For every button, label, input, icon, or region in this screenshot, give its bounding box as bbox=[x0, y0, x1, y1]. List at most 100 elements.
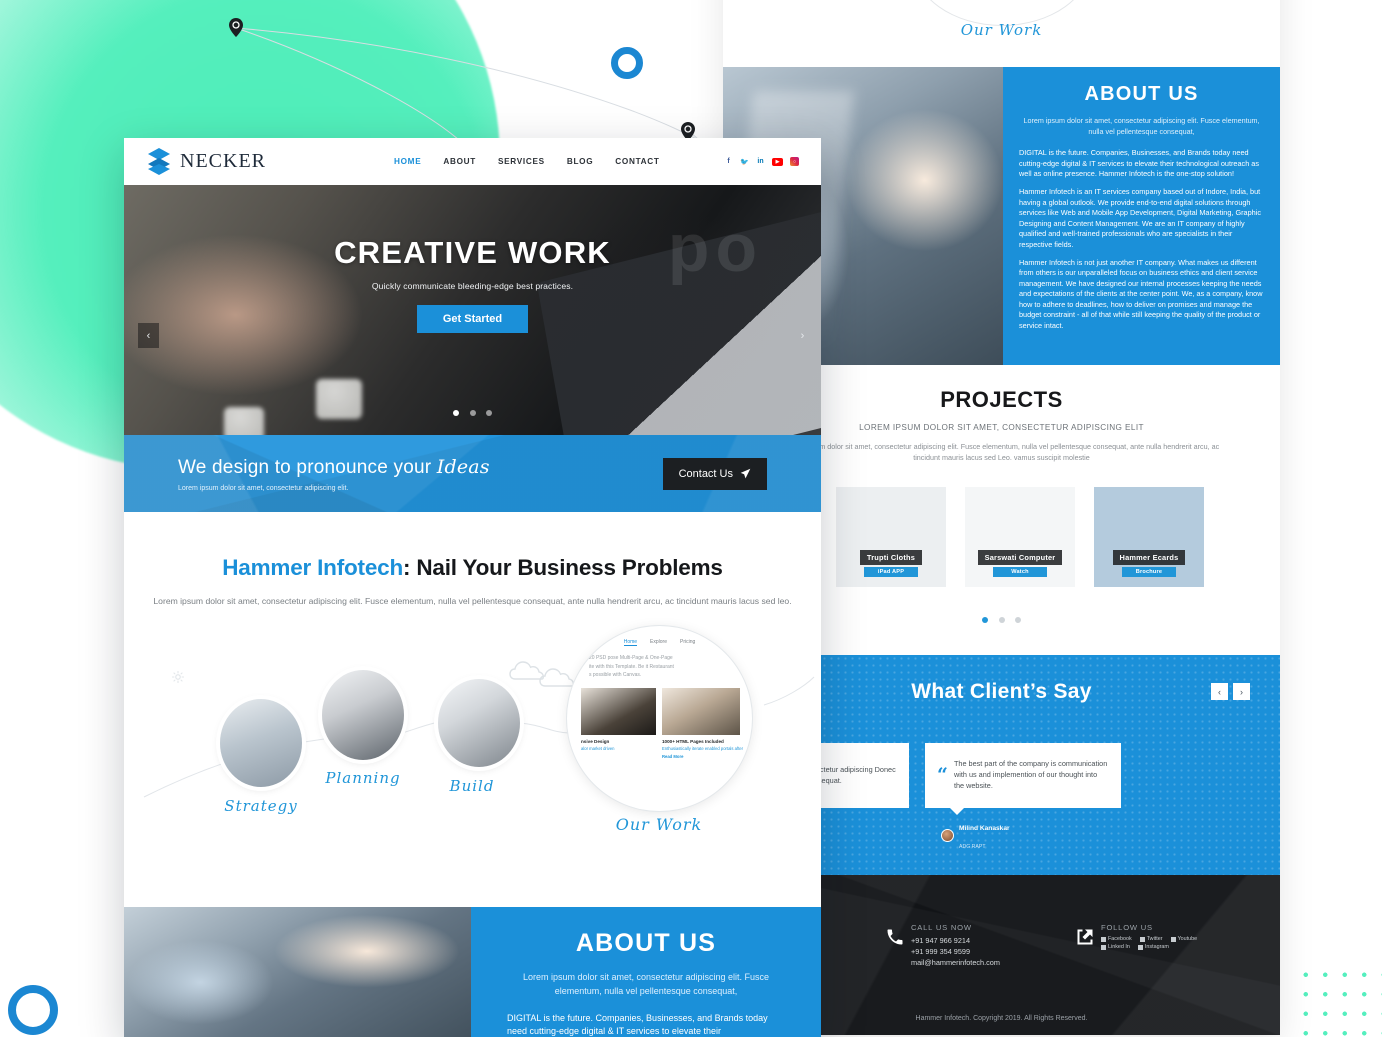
footer-social-facebook[interactable]: Facebook bbox=[1101, 936, 1132, 942]
project-name: Sarswati Computer bbox=[977, 550, 1063, 565]
testimonial-author: Milind Kanaskar ADG RAPT bbox=[941, 817, 1010, 853]
front-about-title: ABOUT US bbox=[575, 929, 717, 957]
logo[interactable]: NECKER bbox=[146, 147, 266, 176]
project-card[interactable]: Hammer Ecards Brochure bbox=[1094, 487, 1204, 587]
nav-item-about[interactable]: ABOUT bbox=[443, 157, 476, 166]
main-nav[interactable]: HOME ABOUT SERVICES BLOG CONTACT bbox=[394, 157, 660, 166]
twitter-icon[interactable]: 🐦 bbox=[740, 157, 749, 166]
testimonial-author-role: ADG RAPT bbox=[959, 844, 986, 850]
preview-item-image bbox=[581, 688, 656, 735]
linkedin-icon[interactable]: in bbox=[756, 157, 765, 166]
preview-item-sub: Enthusiastically iterate enabled portals… bbox=[662, 746, 744, 751]
about-paragraph-3: Hammer Infotech is not just another IT c… bbox=[1019, 257, 1263, 330]
hero-slider: po CREATIVE WORK Quickly communicate ble… bbox=[124, 185, 821, 435]
nav-item-home[interactable]: HOME bbox=[394, 157, 421, 166]
cta-text: We design to pronounce your Ideas Lorem … bbox=[178, 456, 490, 492]
preview-nav-explore: Explore bbox=[650, 639, 667, 645]
cta-headline-plain: We design to pronounce your bbox=[178, 456, 437, 478]
hero-content: CREATIVE WORK Quickly communicate bleedi… bbox=[124, 235, 821, 333]
back-our-work-strip: Our Work bbox=[723, 0, 1280, 62]
preview-item: 1000+ HTML Pages Included Enthusiastical… bbox=[662, 688, 743, 759]
testimonial-quote: The best part of the company is communic… bbox=[953, 759, 1108, 790]
send-icon bbox=[740, 468, 751, 479]
footer-social-links[interactable]: Facebook Twitter Youtube Linked In Insta… bbox=[1101, 936, 1213, 950]
step-label-build: Build bbox=[449, 777, 495, 795]
footer-email[interactable]: mail@hammerinfotech.com bbox=[911, 958, 1101, 969]
nav-item-contact[interactable]: CONTACT bbox=[615, 157, 659, 166]
testimonials-next-button[interactable]: › bbox=[1233, 683, 1250, 700]
cta-headline-script: Ideas bbox=[436, 455, 490, 478]
sun-icon bbox=[172, 671, 184, 683]
footer-social-instagram[interactable]: Instagram bbox=[1137, 944, 1169, 950]
testimonials-nav[interactable]: ‹ › bbox=[1211, 683, 1250, 700]
preview-items: nsive Design alor market driven 1000+ HT… bbox=[581, 688, 743, 759]
preview-item-sub: alor market driven bbox=[581, 746, 615, 751]
carousel-dot[interactable] bbox=[453, 410, 460, 416]
step-image-strategy bbox=[220, 699, 302, 787]
preview-line-2: ite with this Template. Be it Restaurant bbox=[589, 663, 674, 670]
about-paragraph-1: DIGITAL is the future. Companies, Busine… bbox=[1019, 148, 1259, 179]
twitter-icon bbox=[1139, 936, 1145, 942]
testimonial-card: “ The best part of the company is commun… bbox=[925, 743, 1121, 815]
carousel-dot[interactable] bbox=[469, 410, 476, 416]
nav-item-services[interactable]: SERVICES bbox=[498, 157, 545, 166]
contact-us-button[interactable]: Contact Us bbox=[662, 457, 767, 490]
necker-logo-icon bbox=[148, 148, 170, 175]
preview-item-readmore[interactable]: Read More bbox=[662, 754, 743, 759]
footer-call-title: CALL US NOW bbox=[911, 923, 972, 932]
footer-follow-title: FOLLOW US bbox=[1101, 923, 1153, 932]
cloud-icon bbox=[509, 661, 575, 687]
contact-us-label: Contact Us bbox=[678, 467, 733, 480]
footer-call-column: CALL US NOW +91 947 966 9214 +91 999 354… bbox=[887, 923, 1101, 969]
hero-prev-arrow[interactable]: ‹ bbox=[138, 323, 159, 348]
front-page-mockup: NECKER HOME ABOUT SERVICES BLOG CONTACT … bbox=[124, 138, 821, 1037]
step-label-strategy: Strategy bbox=[224, 797, 298, 815]
carousel-dot[interactable] bbox=[485, 410, 492, 416]
preview-item-title: nsive Design bbox=[581, 739, 610, 744]
get-started-button[interactable]: Get Started bbox=[416, 305, 529, 333]
features-section: Hammer Infotech: Nail Your Business Prob… bbox=[124, 512, 821, 907]
step-image-planning bbox=[322, 670, 404, 760]
instagram-icon[interactable]: ○ bbox=[790, 157, 799, 166]
about-paragraph-2: Hammer Infotech is an IT services compan… bbox=[1019, 187, 1261, 249]
front-about-body: DIGITAL is the future. Companies, Busine… bbox=[507, 1012, 768, 1037]
step-label-planning: Planning bbox=[325, 769, 401, 787]
features-paragraph: Lorem ipsum dolor sit amet, consectetur … bbox=[153, 596, 792, 606]
project-category: iPad APP bbox=[864, 567, 918, 577]
footer-social-youtube[interactable]: Youtube bbox=[1170, 936, 1197, 942]
carousel-dot[interactable] bbox=[998, 617, 1005, 623]
about-copy: ABOUT US Lorem ipsum dolor sit amet, con… bbox=[1003, 67, 1280, 365]
our-work-label: Our Work bbox=[615, 815, 703, 834]
canvas: Our Work ABOUT US Lorem ipsum dolor sit … bbox=[0, 0, 1382, 1037]
preview-nav: Home Explore Pricing bbox=[567, 639, 752, 646]
hero-next-arrow[interactable]: › bbox=[792, 323, 813, 348]
footer-phone-2[interactable]: +91 999 354 9599 bbox=[911, 947, 1101, 958]
nav-item-blog[interactable]: BLOG bbox=[567, 157, 593, 166]
instagram-icon bbox=[1137, 944, 1143, 950]
projects-description: Lorem ipsum dolor sit amet, consectetur … bbox=[783, 442, 1220, 463]
project-card[interactable]: Trupti Cloths iPad APP bbox=[836, 487, 946, 587]
project-card[interactable]: Sarswati Computer Watch bbox=[965, 487, 1075, 587]
preview-item-title: 1000+ HTML Pages Included bbox=[662, 739, 724, 744]
project-category: Brochure bbox=[1122, 567, 1176, 577]
youtube-icon[interactable]: ▶ bbox=[772, 157, 783, 166]
footer-phone-1[interactable]: +91 947 966 9214 bbox=[911, 936, 1101, 947]
features-title: Hammer Infotech: Nail Your Business Prob… bbox=[124, 512, 821, 581]
our-work-preview-circle: Home Explore Pricing 20 PSD pose Multi-P… bbox=[567, 626, 752, 811]
footer-social-twitter[interactable]: Twitter bbox=[1139, 936, 1163, 942]
preview-nav-pricing: Pricing bbox=[680, 639, 696, 645]
footer-social-linkedin[interactable]: Linked In bbox=[1101, 944, 1130, 950]
carousel-dot[interactable] bbox=[982, 617, 989, 623]
features-title-blue: Hammer Infotech bbox=[222, 555, 404, 580]
header-social-links[interactable]: f 🐦 in ▶ ○ bbox=[724, 157, 799, 166]
project-name: Hammer Ecards bbox=[1112, 550, 1186, 565]
testimonials-prev-button[interactable]: ‹ bbox=[1211, 683, 1228, 700]
carousel-dot[interactable] bbox=[1014, 617, 1021, 623]
hero-carousel-dots[interactable] bbox=[124, 403, 821, 421]
about-lead: Lorem ipsum dolor sit amet, consectetur … bbox=[1023, 116, 1260, 137]
preview-item: nsive Design alor market driven bbox=[581, 688, 656, 759]
quote-icon: “ bbox=[937, 763, 948, 786]
facebook-icon[interactable]: f bbox=[724, 157, 733, 166]
step-image-build bbox=[438, 679, 520, 767]
front-about-copy: ABOUT US Lorem ipsum dolor sit amet, con… bbox=[471, 907, 821, 1037]
